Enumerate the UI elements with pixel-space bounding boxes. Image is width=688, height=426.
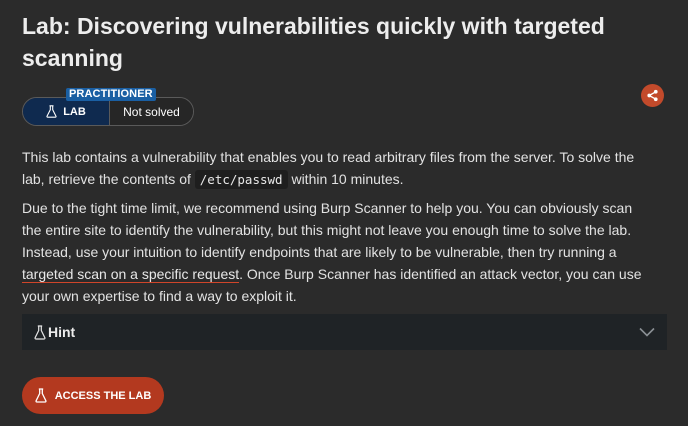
chevron-down-icon[interactable]	[639, 327, 655, 337]
flask-icon	[34, 324, 46, 340]
hint-accordion[interactable]: Hint	[22, 314, 667, 350]
status-badge: Not solved	[109, 98, 193, 125]
share-icon	[647, 89, 658, 102]
targeted-scan-link[interactable]: targeted scan on a specific request	[22, 266, 240, 283]
lab-type-label: LAB	[63, 105, 86, 118]
lab-status-pill: LAB Not solved	[22, 97, 194, 126]
hint-label: Hint	[48, 324, 76, 340]
p2-text-start: Due to the tight time limit, we recommen…	[22, 200, 633, 260]
access-lab-button[interactable]: ACCESS THE LAB	[22, 377, 164, 414]
file-path-code: /etc/passwd	[194, 170, 288, 189]
lab-type-badge: LAB	[23, 98, 109, 125]
lab-description-paragraph-2: Due to the tight time limit, we recommen…	[22, 197, 646, 307]
level-badge: PRACTITIONER	[66, 88, 156, 101]
page-title: Lab: Discovering vulnerabilities quickly…	[22, 13, 605, 71]
lab-description-paragraph-1: This lab contains a vulnerability that e…	[22, 146, 646, 191]
flask-icon	[35, 388, 47, 403]
p1-text-end: within 10 minutes.	[287, 171, 404, 187]
share-button[interactable]	[641, 84, 664, 107]
status-label: Not solved	[123, 104, 180, 119]
flask-icon	[46, 105, 57, 118]
access-lab-label: ACCESS THE LAB	[54, 389, 152, 402]
